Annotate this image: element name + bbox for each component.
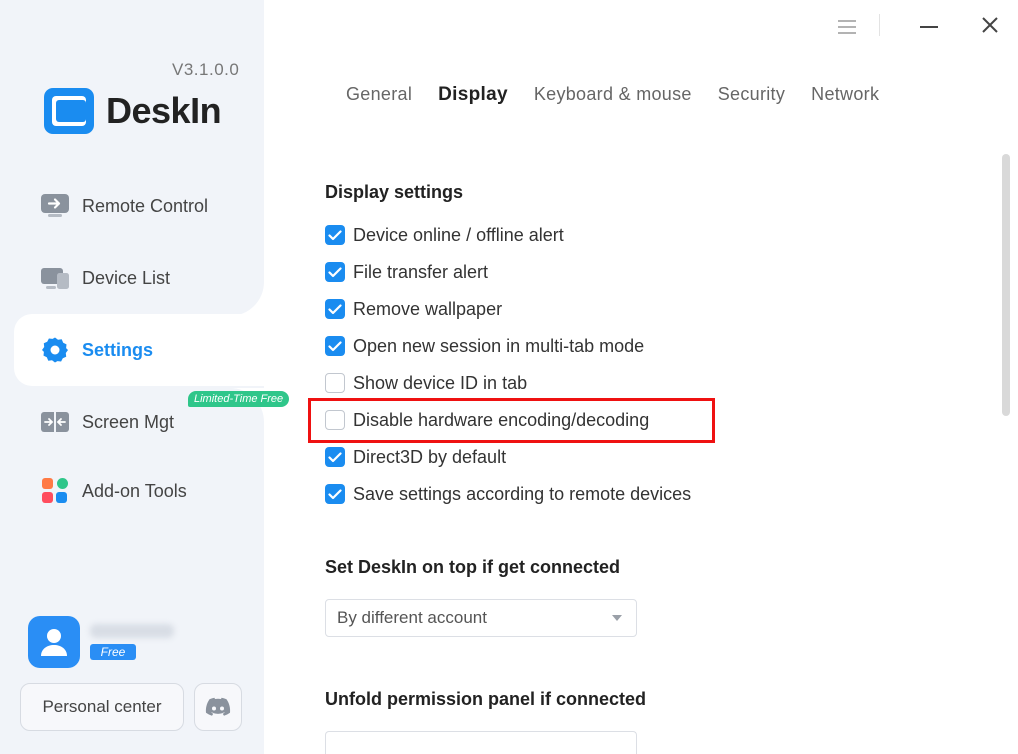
option-label: Save settings according to remote device… xyxy=(353,483,692,504)
minimize-button[interactable] xyxy=(914,12,944,42)
scrollbar[interactable] xyxy=(1002,154,1010,416)
option-device-online-alert[interactable]: Device online / offline alert xyxy=(325,223,564,247)
tab-network[interactable]: Network xyxy=(811,84,879,106)
sidebar-item-remote-control[interactable]: Remote Control xyxy=(14,170,264,242)
app-logo: DeskIn xyxy=(42,86,222,136)
on-top-title: Set DeskIn on top if get connected xyxy=(325,557,621,577)
discord-button[interactable] xyxy=(194,683,242,731)
permission-panel-select[interactable] xyxy=(325,731,637,754)
user-profile[interactable]: Free xyxy=(28,616,174,668)
option-label: Open new session in multi-tab mode xyxy=(353,335,645,356)
option-label: Remove wallpaper xyxy=(353,298,503,319)
screen-split-icon xyxy=(40,407,70,437)
hamburger-icon xyxy=(838,20,856,34)
tab-security[interactable]: Security xyxy=(718,84,785,106)
checkmark-icon xyxy=(328,303,342,314)
checkbox-checked[interactable] xyxy=(325,299,345,319)
user-meta: Free xyxy=(90,624,174,660)
display-settings-title: Display settings xyxy=(325,182,464,202)
select-value: By different account xyxy=(337,608,487,627)
settings-tabs: General Display Keyboard & mouse Securit… xyxy=(346,84,905,106)
checkbox-checked[interactable] xyxy=(325,225,345,245)
apps-grid-icon xyxy=(40,476,70,506)
option-disable-hw-encoding[interactable]: Disable hardware encoding/decoding xyxy=(325,408,649,432)
sidebar-item-label: Device List xyxy=(82,267,171,288)
option-label: Device online / offline alert xyxy=(353,224,564,245)
menu-button[interactable] xyxy=(832,12,862,42)
blurred-username xyxy=(90,624,174,638)
titlebar-separator xyxy=(879,14,880,36)
tab-display[interactable]: Display xyxy=(438,84,508,106)
tab-general[interactable]: General xyxy=(346,84,412,106)
sidebar-item-label: Settings xyxy=(82,339,154,360)
close-button[interactable] xyxy=(975,10,1005,40)
deskin-logo-icon xyxy=(42,86,96,136)
sidebar-item-screen-mgt[interactable]: Screen Mgt xyxy=(14,386,264,458)
discord-icon xyxy=(205,697,231,716)
sidebar-item-label: Remote Control xyxy=(82,195,209,216)
checkbox-checked[interactable] xyxy=(325,336,345,356)
checkbox-checked[interactable] xyxy=(325,262,345,282)
option-multi-tab-mode[interactable]: Open new session in multi-tab mode xyxy=(325,334,644,358)
devices-icon xyxy=(40,263,70,293)
app-name: DeskIn xyxy=(106,90,222,131)
minimize-icon xyxy=(920,26,938,28)
option-label: Show device ID in tab xyxy=(353,372,528,393)
sidebar-item-label: Screen Mgt xyxy=(82,411,175,432)
option-label: Disable hardware encoding/decoding xyxy=(353,409,650,430)
user-icon xyxy=(41,629,67,656)
sidebar-item-add-on-tools[interactable]: Add-on Tools xyxy=(14,455,264,527)
close-icon xyxy=(982,17,998,33)
checkbox-unchecked[interactable] xyxy=(325,410,345,430)
checkbox-checked[interactable] xyxy=(325,484,345,504)
option-remove-wallpaper[interactable]: Remove wallpaper xyxy=(325,297,502,321)
checkbox-checked[interactable] xyxy=(325,447,345,467)
option-show-device-id[interactable]: Show device ID in tab xyxy=(325,371,527,395)
option-label: Direct3D by default xyxy=(353,446,507,467)
app-version: V3.1.0.0 xyxy=(172,60,240,79)
sidebar: V3.1.0.0 DeskIn Remote Control Device Li… xyxy=(0,0,290,754)
checkmark-icon xyxy=(328,229,342,240)
option-label: File transfer alert xyxy=(353,261,489,282)
tab-keyboard-mouse[interactable]: Keyboard & mouse xyxy=(534,84,692,106)
on-top-select[interactable]: By different account xyxy=(325,599,637,637)
plan-badge: Free xyxy=(90,644,136,660)
personal-center-button[interactable]: Personal center xyxy=(20,683,184,731)
option-direct3d-default[interactable]: Direct3D by default xyxy=(325,445,506,469)
option-save-per-remote[interactable]: Save settings according to remote device… xyxy=(325,482,691,506)
monitor-arrow-icon xyxy=(40,191,70,221)
sidebar-item-device-list[interactable]: Device List xyxy=(14,242,264,314)
sidebar-item-label: Add-on Tools xyxy=(82,480,187,501)
checkbox-unchecked[interactable] xyxy=(325,373,345,393)
checkmark-icon xyxy=(328,488,342,499)
permission-panel-title: Unfold permission panel if connected xyxy=(325,689,647,709)
chevron-down-icon xyxy=(612,615,622,621)
checkmark-icon xyxy=(328,451,342,462)
checkmark-icon xyxy=(328,340,342,351)
gear-icon xyxy=(40,335,70,365)
option-file-transfer-alert[interactable]: File transfer alert xyxy=(325,260,488,284)
avatar[interactable] xyxy=(28,616,80,668)
sidebar-item-settings[interactable]: Settings xyxy=(14,314,264,386)
checkmark-icon xyxy=(328,266,342,277)
